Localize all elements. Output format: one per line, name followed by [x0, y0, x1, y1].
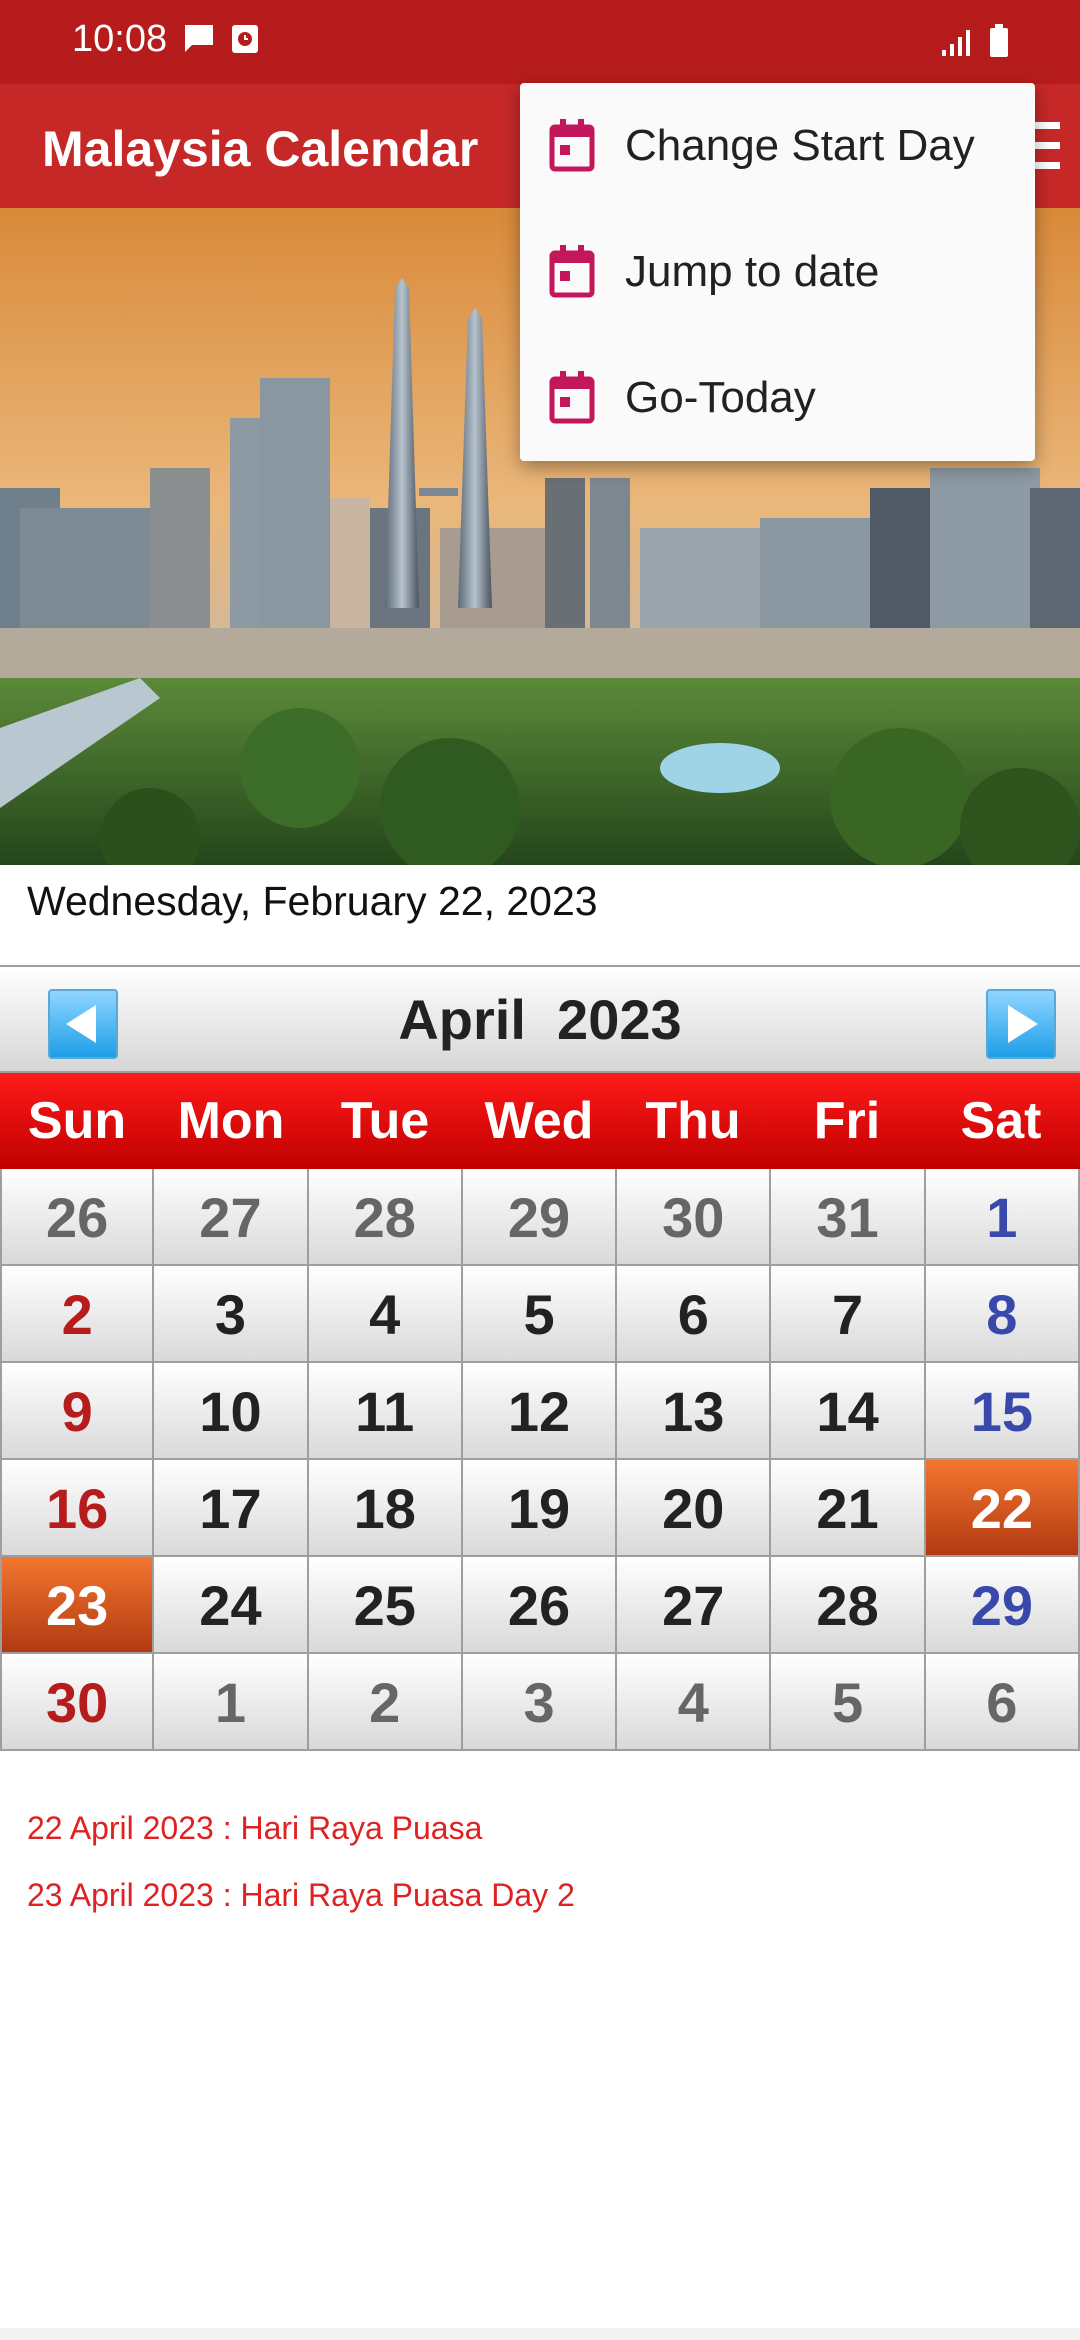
- selected-date: Wednesday, February 22, 2023: [27, 878, 598, 924]
- day-cell[interactable]: 3: [154, 1266, 309, 1363]
- calendar-week: 16 17 18 19 20 21 22: [0, 1460, 1080, 1557]
- weekday-label: Sat: [960, 1092, 1042, 1150]
- weekday-label: Mon: [177, 1092, 285, 1150]
- calendar-week: 9 10 11 12 13 14 15: [0, 1363, 1080, 1460]
- message-icon: [185, 25, 213, 52]
- day-cell[interactable]: 30: [617, 1169, 772, 1266]
- day-cell[interactable]: 26: [0, 1169, 155, 1266]
- day-cell[interactable]: 9: [0, 1363, 155, 1460]
- day-cell[interactable]: 5: [462, 1266, 618, 1363]
- day-cell[interactable]: 10: [154, 1363, 309, 1460]
- weekday-label: Thu: [645, 1092, 741, 1150]
- day-cell[interactable]: 1: [154, 1654, 309, 1751]
- clock-app-icon: [232, 25, 258, 53]
- day-cell[interactable]: 11: [308, 1363, 463, 1460]
- day-cell[interactable]: 28: [771, 1557, 926, 1654]
- status-bar: 10:08: [0, 0, 1080, 84]
- day-cell[interactable]: 18: [308, 1460, 463, 1557]
- day-cell[interactable]: 2: [308, 1654, 463, 1751]
- notification-icons: [182, 22, 260, 56]
- year-label: 2023: [557, 988, 682, 1051]
- day-cell[interactable]: 14: [771, 1363, 926, 1460]
- day-cell[interactable]: 29: [925, 1557, 1080, 1654]
- day-cell[interactable]: 29: [462, 1169, 618, 1266]
- menu-item-label: Go-Today: [625, 373, 816, 422]
- day-cell[interactable]: 28: [308, 1169, 463, 1266]
- menu-item-label: Jump to date: [625, 247, 880, 296]
- day-cell[interactable]: 5: [771, 1654, 926, 1751]
- holiday-item: 23 April 2023 : Hari Raya Puasa Day 2: [27, 1877, 575, 1913]
- day-cell[interactable]: 4: [308, 1266, 463, 1363]
- day-cell[interactable]: 30: [0, 1654, 155, 1751]
- month-year-title: April 2023: [0, 987, 1080, 1052]
- day-cell[interactable]: 20: [617, 1460, 772, 1557]
- holiday-list: 22 April 2023 : Hari Raya Puasa 23 April…: [27, 1810, 575, 1944]
- app-title: Malaysia Calendar: [42, 121, 479, 177]
- holiday-day-cell[interactable]: 22: [925, 1460, 1080, 1557]
- day-cell[interactable]: 6: [925, 1654, 1080, 1751]
- menu-item-change-start-day[interactable]: Change Start Day: [520, 83, 1035, 209]
- day-cell[interactable]: 24: [154, 1557, 309, 1654]
- day-cell[interactable]: 8: [925, 1266, 1080, 1363]
- day-cell[interactable]: 26: [462, 1557, 618, 1654]
- day-cell[interactable]: 13: [617, 1363, 772, 1460]
- overflow-menu: Change Start Day Jump to date Go-Today: [520, 83, 1035, 461]
- day-cell[interactable]: 1: [925, 1169, 1080, 1266]
- calendar-header: April 2023: [0, 965, 1080, 1073]
- calendar-week: 30 1 2 3 4 5 6: [0, 1654, 1080, 1751]
- calendar-week: 2 3 4 5 6 7 8: [0, 1266, 1080, 1363]
- day-cell[interactable]: 15: [925, 1363, 1080, 1460]
- menu-item-go-today[interactable]: Go-Today: [520, 335, 1035, 461]
- weekday-label: Wed: [484, 1092, 594, 1150]
- weekday-label: Tue: [340, 1092, 430, 1150]
- menu-item-label: Change Start Day: [625, 121, 975, 170]
- menu-item-jump-to-date[interactable]: Jump to date: [520, 209, 1035, 335]
- calendar-week: 23 24 25 26 27 28 29: [0, 1557, 1080, 1654]
- day-cell[interactable]: 17: [154, 1460, 309, 1557]
- day-cell[interactable]: 3: [462, 1654, 618, 1751]
- calendar-icon: [549, 245, 595, 298]
- day-cell[interactable]: 27: [154, 1169, 309, 1266]
- signal-icon: [942, 30, 970, 56]
- calendar-icon: [549, 119, 595, 172]
- weekday-header: Sun Mon Tue Wed Thu Fri Sat: [0, 1073, 1080, 1169]
- month-label: April: [398, 988, 526, 1051]
- holiday-item: 22 April 2023 : Hari Raya Puasa: [27, 1810, 483, 1846]
- day-cell[interactable]: 4: [617, 1654, 772, 1751]
- holiday-day-cell[interactable]: 23: [0, 1557, 155, 1654]
- day-cell[interactable]: 25: [308, 1557, 463, 1654]
- calendar-week: 26 27 28 29 30 31 1: [0, 1169, 1080, 1266]
- navigation-bar: [0, 2328, 1080, 2340]
- day-cell[interactable]: 6: [617, 1266, 772, 1363]
- day-cell[interactable]: 16: [0, 1460, 155, 1557]
- system-icons: [940, 24, 1010, 58]
- day-cell[interactable]: 21: [771, 1460, 926, 1557]
- day-cell[interactable]: 12: [462, 1363, 618, 1460]
- calendar-icon: [549, 371, 595, 424]
- battery-icon: [990, 24, 1008, 57]
- calendar: April 2023 Sun Mon Tue Wed Thu Fri Sat 2…: [0, 965, 1080, 1751]
- day-cell[interactable]: 27: [617, 1557, 772, 1654]
- arrow-right-icon: [1008, 1005, 1038, 1043]
- weekday-label: Fri: [813, 1092, 881, 1150]
- day-cell[interactable]: 31: [771, 1169, 926, 1266]
- status-time: 10:08: [72, 18, 168, 60]
- day-cell[interactable]: 2: [0, 1266, 155, 1363]
- next-month-button[interactable]: [986, 989, 1056, 1059]
- day-cell[interactable]: 7: [771, 1266, 926, 1363]
- day-cell[interactable]: 19: [462, 1460, 618, 1557]
- weekday-label: Sun: [27, 1092, 127, 1150]
